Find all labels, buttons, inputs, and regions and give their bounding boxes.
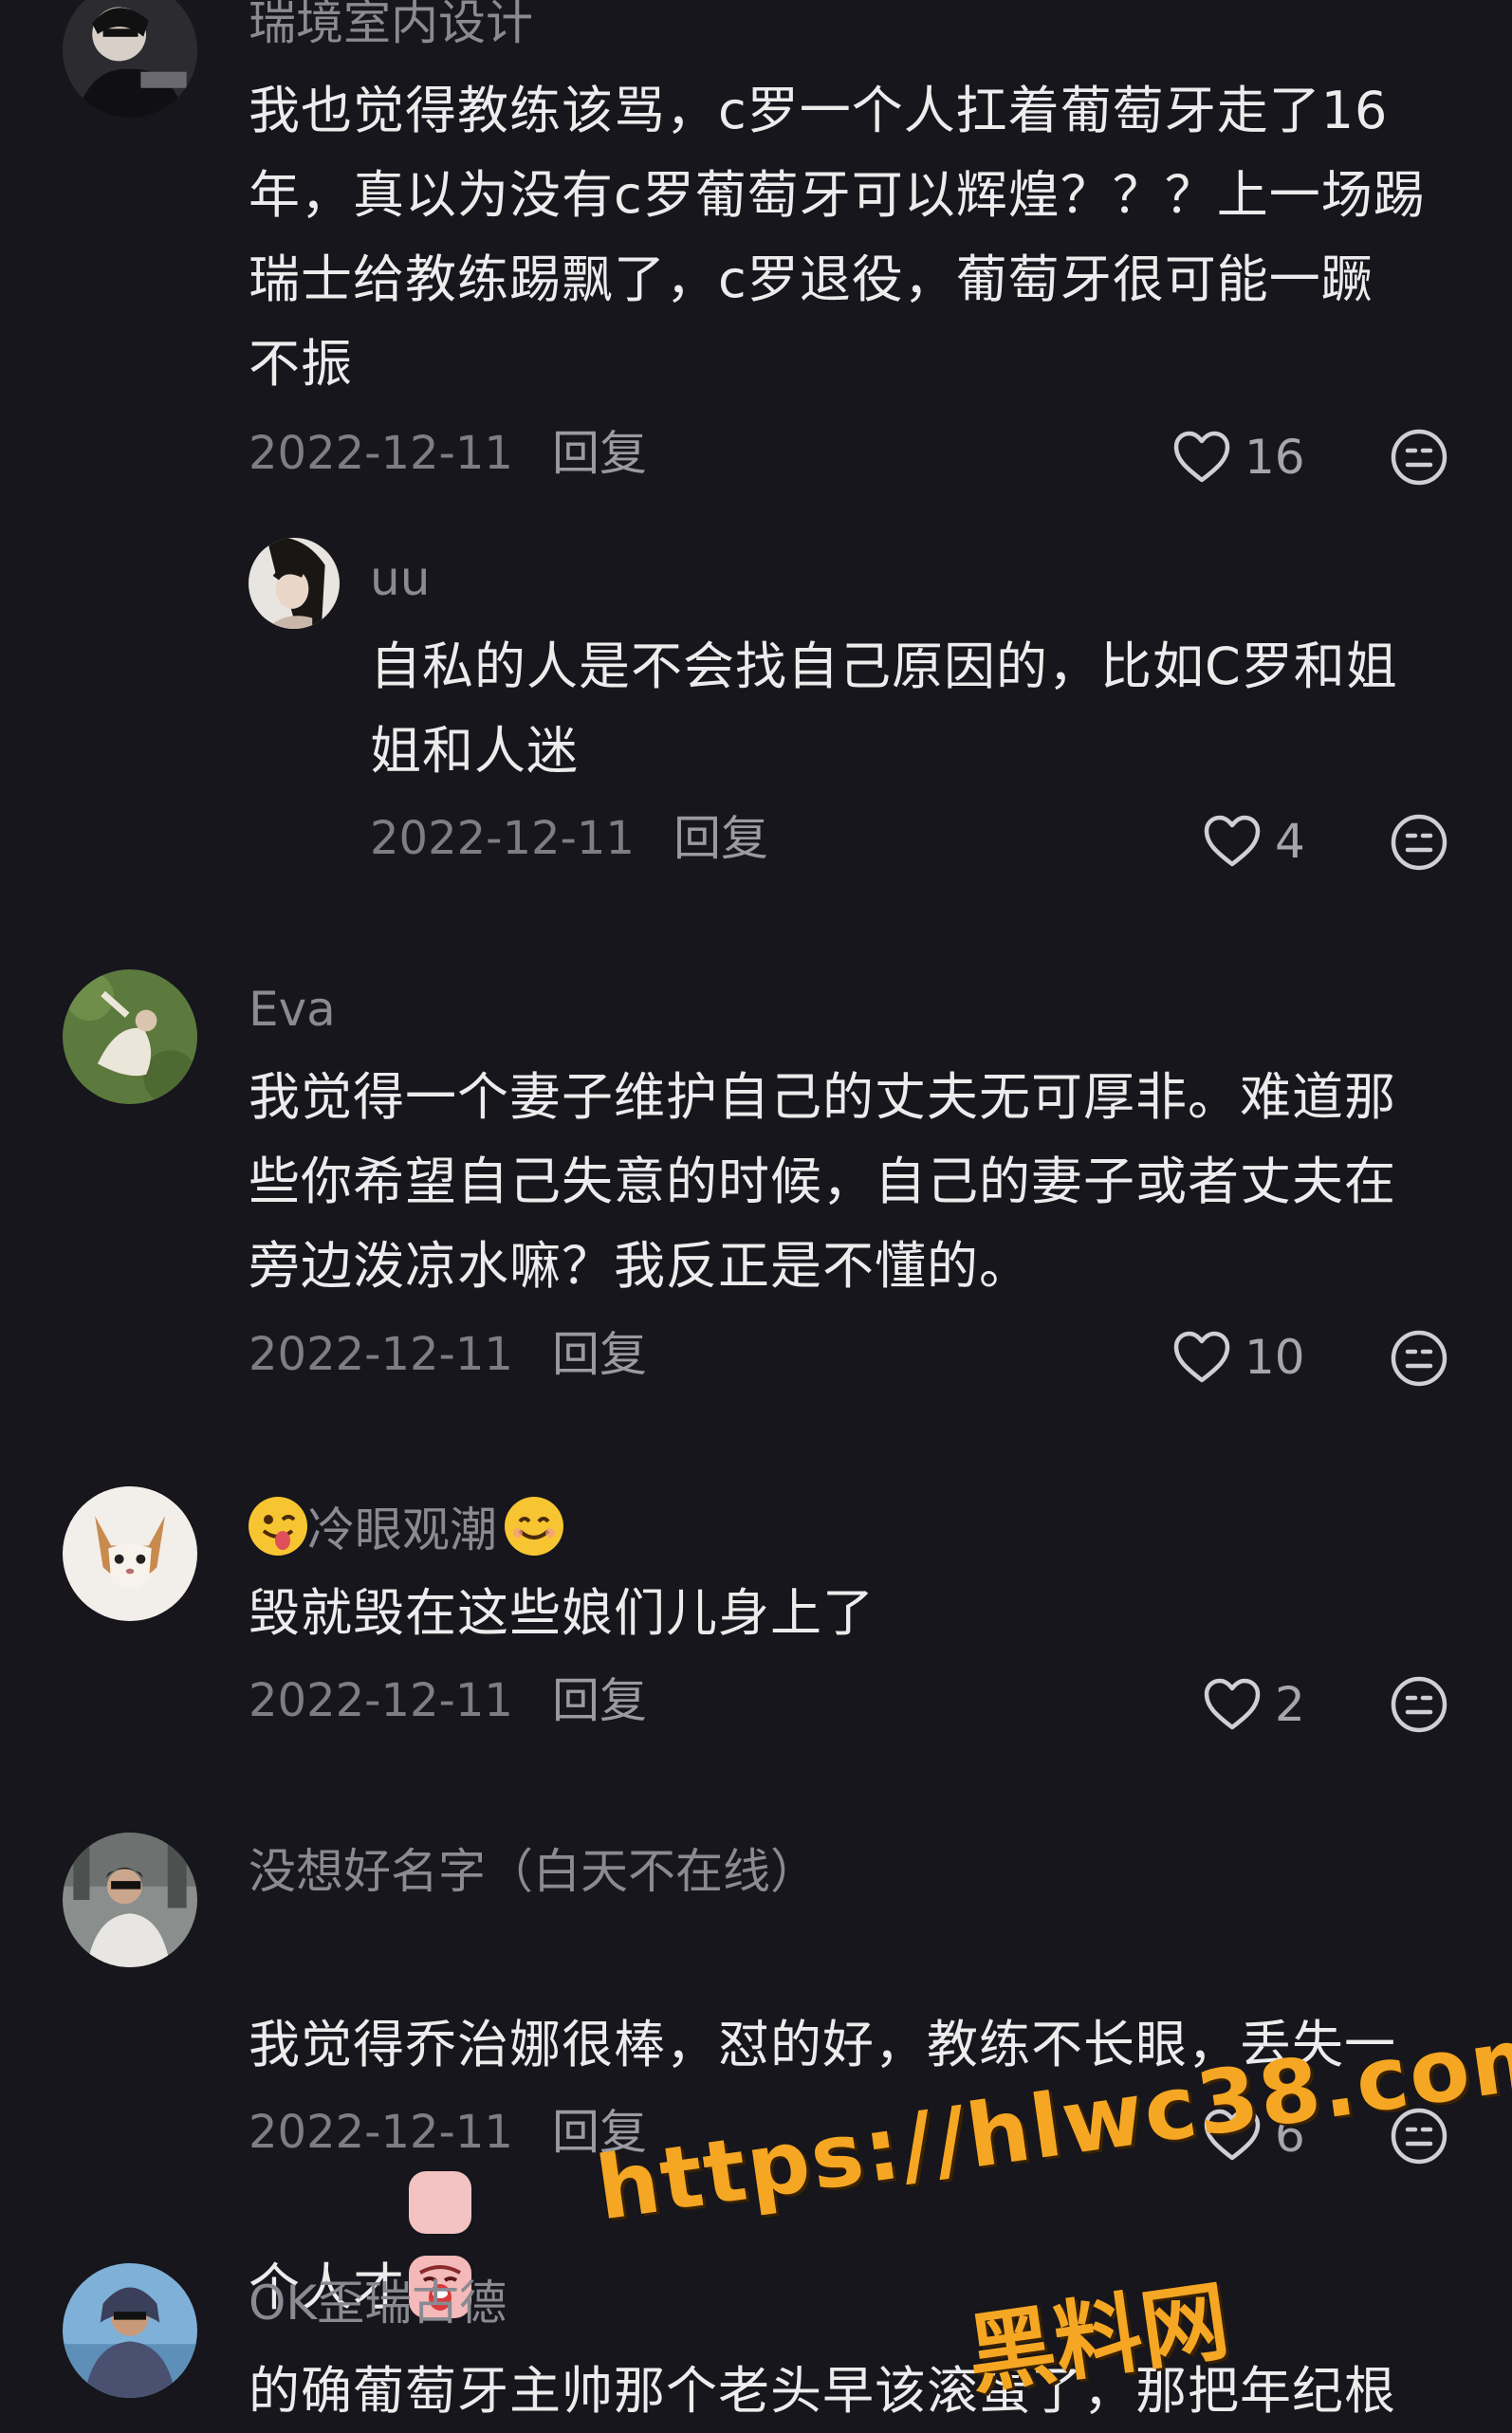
username[interactable]: 没想好名字（白天不在线） — [249, 1843, 818, 1900]
like-count: 16 — [1245, 430, 1305, 485]
avatar[interactable] — [63, 1486, 197, 1621]
username-text: 冷眼观潮 — [307, 1502, 497, 1557]
like-count: 6 — [1275, 2108, 1305, 2163]
heart-outline-icon — [1204, 815, 1261, 867]
like-button[interactable]: 6 — [1203, 2102, 1305, 2168]
heart-outline-icon — [1204, 2109, 1261, 2161]
comment-date: 2022-12-11 — [249, 1328, 513, 1381]
like-count: 4 — [1275, 814, 1305, 869]
reply-button[interactable]: 回复 — [552, 1326, 647, 1383]
username[interactable]: uu — [370, 550, 430, 607]
like-button[interactable]: 4 — [1203, 808, 1305, 875]
comment-date: 2022-12-11 — [249, 2106, 513, 2159]
crying-emoji-icon — [409, 2171, 471, 2318]
heart-outline-icon — [1173, 1331, 1230, 1383]
avatar[interactable] — [249, 538, 340, 629]
username[interactable]: OK歪瑞古德 — [249, 2275, 507, 2332]
comment-text: 毁就毁在这些娘们儿身上了 — [249, 1583, 875, 1643]
heart-outline-icon — [1204, 1678, 1261, 1730]
username[interactable]: Eva — [249, 981, 336, 1038]
username[interactable]: 瑞境室内设计 — [249, 0, 533, 51]
like-button[interactable]: 2 — [1203, 1671, 1305, 1738]
smiling-emoji-icon — [505, 1497, 563, 1556]
comment-date: 2022-12-11 — [370, 812, 635, 865]
unhappy-face-icon[interactable] — [1389, 1674, 1449, 1735]
like-count: 10 — [1245, 1330, 1305, 1385]
username[interactable]: 冷眼观潮 — [249, 1497, 563, 1558]
comment-date: 2022-12-11 — [249, 1674, 513, 1727]
reply-button[interactable]: 回复 — [673, 810, 768, 867]
tongue-wink-emoji-icon — [249, 1497, 307, 1556]
avatar[interactable] — [63, 0, 197, 118]
reply-button[interactable]: 回复 — [552, 425, 647, 482]
comment-text: 我也觉得教练该骂，c罗一个人扛着葡萄牙走了16 年，真以为没有c罗葡萄牙可以辉煌… — [249, 81, 1426, 394]
comment-text-line: 我觉得乔治娜很棒，怼的好，教练不长眼，丢失一 — [249, 2015, 1396, 2074]
comment-text: 自私的人是不会找自己原因的，比如C罗和姐 姐和人迷 — [370, 636, 1398, 781]
comment-date: 2022-12-11 — [249, 427, 513, 480]
comment-text: 我觉得一个妻子维护自己的丈夫无可厚非。难道那 些你希望自己失意的时候，自己的妻子… — [249, 1067, 1396, 1296]
avatar[interactable] — [63, 2263, 197, 2398]
unhappy-face-icon[interactable] — [1389, 812, 1449, 873]
unhappy-face-icon[interactable] — [1389, 2106, 1449, 2166]
like-button[interactable]: 16 — [1172, 424, 1305, 490]
unhappy-face-icon[interactable] — [1389, 427, 1449, 488]
like-button[interactable]: 10 — [1172, 1324, 1305, 1391]
reply-button[interactable]: 回复 — [552, 1672, 647, 1729]
avatar[interactable] — [63, 1833, 197, 1967]
heart-outline-icon — [1173, 431, 1230, 483]
comment-text: 的确葡萄牙主帅那个老头早该滚蛋了，那把年纪根 — [249, 2361, 1396, 2421]
reply-button[interactable]: 回复 — [552, 2104, 647, 2161]
avatar[interactable] — [63, 969, 197, 1104]
unhappy-face-icon[interactable] — [1389, 1328, 1449, 1389]
like-count: 2 — [1275, 1677, 1305, 1732]
